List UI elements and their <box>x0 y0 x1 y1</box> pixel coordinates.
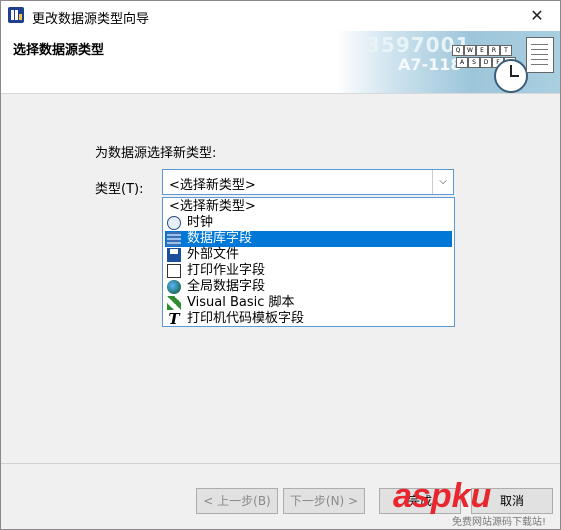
watermark-logo: aspku <box>393 477 492 515</box>
option-select-new-type[interactable]: <选择新类型> <box>165 199 452 215</box>
floppy-icon <box>167 248 181 262</box>
banner-illustration: 3597001 A7-118 Q W E R T A S D F G <box>336 31 560 93</box>
globe-icon <box>167 280 181 294</box>
option-database-field[interactable]: 数据库字段 <box>165 231 452 247</box>
type-label: 类型(T): <box>95 182 144 197</box>
type-prompt: 为数据源选择新类型: <box>95 146 217 161</box>
clock-illustration-icon <box>494 59 528 93</box>
option-label: 打印机代码模板字段 <box>187 311 305 326</box>
back-button[interactable]: < 上一步(B) <box>196 488 278 514</box>
banner-digits-2: A7-118 <box>398 55 462 74</box>
option-label: Visual Basic 脚本 <box>187 295 295 310</box>
option-label: 数据库字段 <box>187 231 253 246</box>
option-label: 打印作业字段 <box>187 263 266 278</box>
combobox-value: <选择新类型> <box>169 178 256 193</box>
keyboard-key: W <box>464 45 476 56</box>
next-button[interactable]: 下一步(N) > <box>283 488 365 514</box>
wizard-header: 选择数据源类型 3597001 A7-118 Q W E R T A S D F… <box>1 31 560 94</box>
option-vb-script[interactable]: Visual Basic 脚本 <box>165 295 452 311</box>
database-icon <box>167 232 181 246</box>
option-label: 时钟 <box>187 215 214 230</box>
option-clock[interactable]: 时钟 <box>165 215 452 231</box>
option-label: 外部文件 <box>187 247 240 262</box>
app-icon <box>8 7 24 23</box>
print-job-icon <box>167 264 181 278</box>
vb-script-icon <box>167 296 181 310</box>
clock-icon <box>167 216 181 230</box>
title-bar: 更改数据源类型向导 ✕ <box>1 1 560 31</box>
footer-divider <box>1 463 560 464</box>
option-external-file[interactable]: 外部文件 <box>165 247 452 263</box>
option-print-job-field[interactable]: 打印作业字段 <box>165 263 452 279</box>
keyboard-key: A <box>456 57 468 68</box>
keyboard-key: T <box>500 45 512 56</box>
chevron-down-icon[interactable]: ⌵ <box>432 170 453 194</box>
keyboard-key: Q <box>452 45 464 56</box>
document-illustration-icon <box>526 37 554 73</box>
keyboard-key: S <box>468 57 480 68</box>
page-title: 选择数据源类型 <box>13 43 105 58</box>
type-combobox[interactable]: <选择新类型> ⌵ <box>162 169 454 195</box>
keyboard-key: R <box>488 45 500 56</box>
window-title: 更改数据源类型向导 <box>32 12 150 27</box>
close-button[interactable]: ✕ <box>514 1 560 31</box>
option-global-data-field[interactable]: 全局数据字段 <box>165 279 452 295</box>
watermark-caption: 免费网站源码下载站! <box>452 517 547 528</box>
option-label: 全局数据字段 <box>187 279 266 294</box>
type-dropdown-list[interactable]: <选择新类型> 时钟 数据库字段 外部文件 打印作业字段 全局数据字段 Visu… <box>162 197 455 327</box>
option-label: <选择新类型> <box>169 199 256 214</box>
option-printer-code-template[interactable]: T 打印机代码模板字段 <box>165 311 452 327</box>
text-template-icon: T <box>168 310 180 328</box>
keyboard-key: D <box>480 57 492 68</box>
wizard-window: 更改数据源类型向导 ✕ 选择数据源类型 3597001 A7-118 Q W E… <box>0 0 561 530</box>
keyboard-key: E <box>476 45 488 56</box>
